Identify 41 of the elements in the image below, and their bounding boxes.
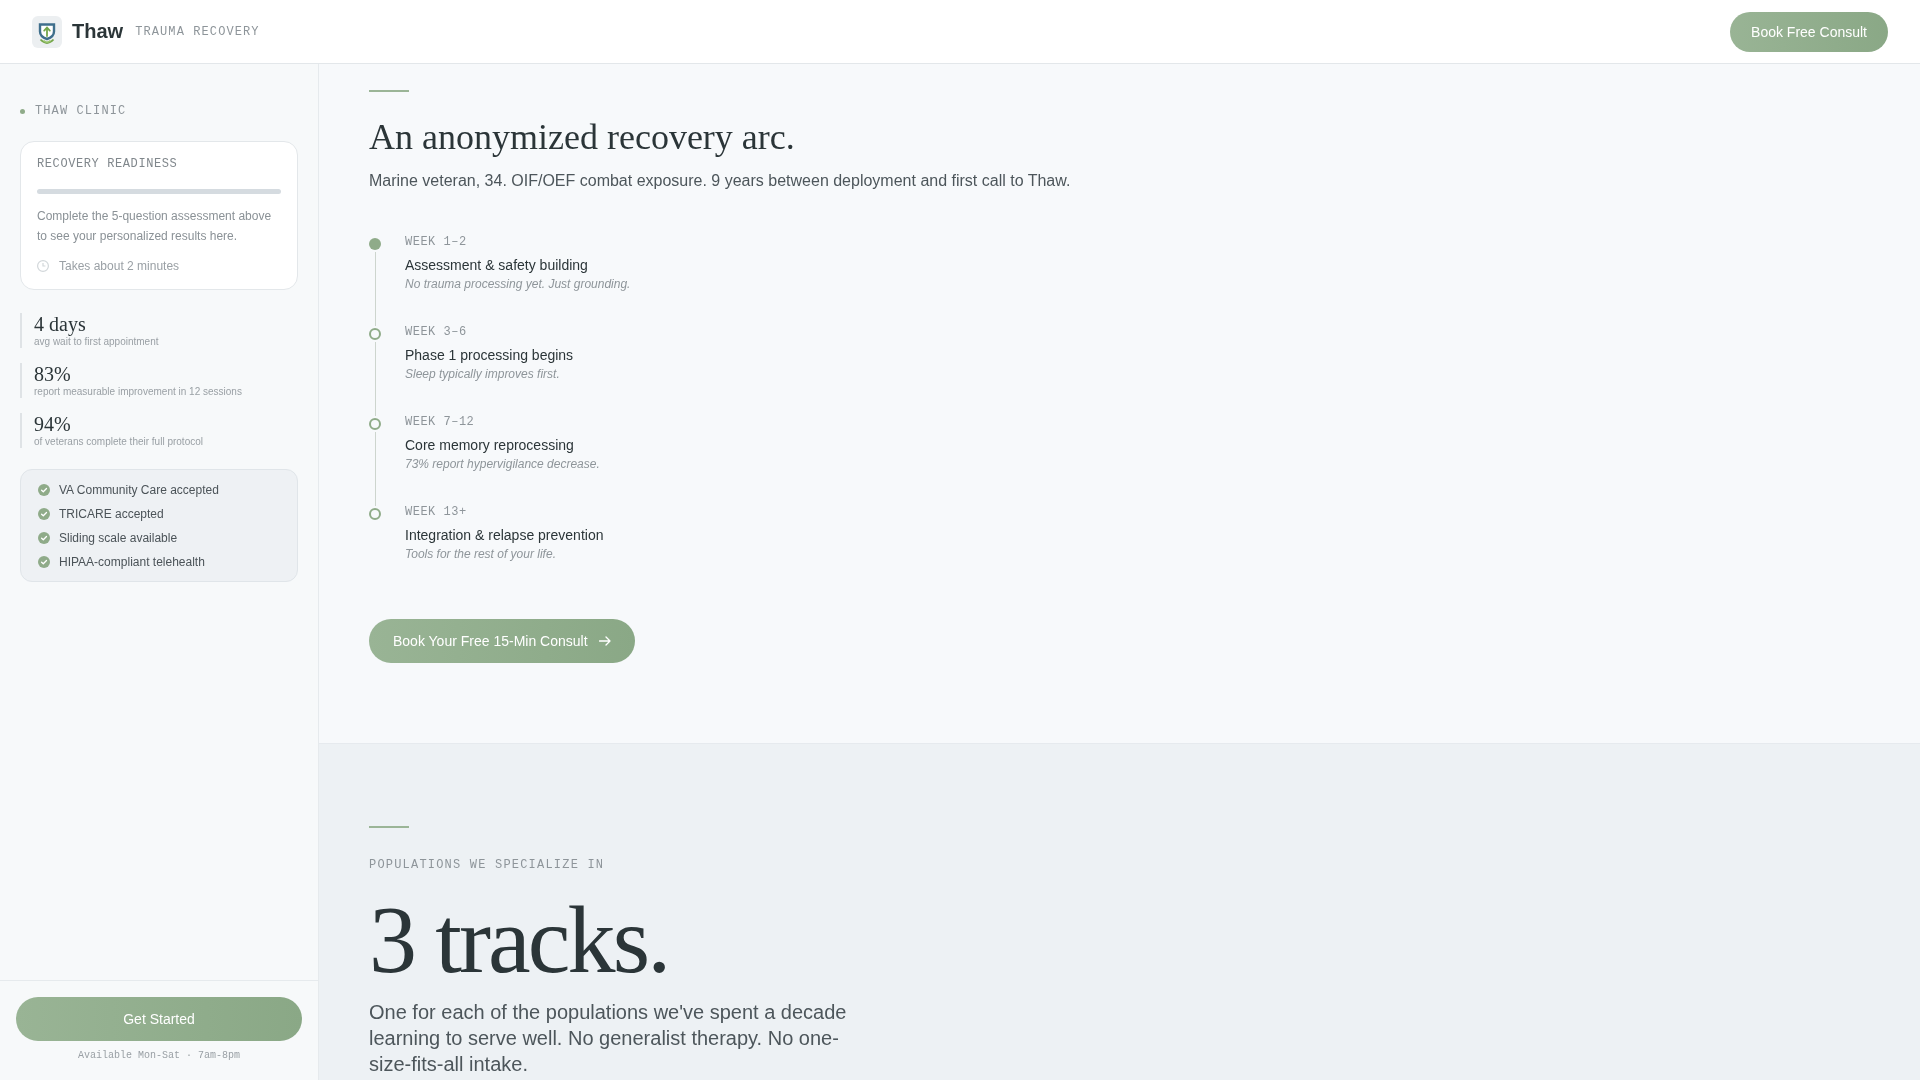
stat-label: of veterans complete their full protocol bbox=[34, 435, 204, 448]
step-title: Core memory reprocessing bbox=[405, 436, 575, 455]
stat-value: 83% bbox=[34, 363, 72, 385]
section-description: One for each of the populations we've spent a decade learning to serve well. No generalist therapy. No one-size-fits-all intake. bbox=[369, 1000, 848, 1077]
stat-label: avg wait to first appointment bbox=[34, 336, 160, 348]
section-heading: 3 tracks. bbox=[369, 892, 670, 988]
week-label: WEEK 13+ bbox=[405, 504, 468, 520]
section-eyebrow: POPULATIONS WE SPECIALIZE IN bbox=[369, 857, 606, 873]
arrow-right-icon bbox=[598, 636, 611, 646]
stat-label: report measurable improvement in 12 sessions bbox=[34, 385, 243, 398]
clock-icon bbox=[37, 260, 49, 272]
step-note: 73% report hypervigilance decrease. bbox=[405, 456, 600, 473]
step-note: Sleep typically improves first. bbox=[405, 366, 561, 383]
time-note: Takes about 2 minutes bbox=[59, 259, 180, 273]
week-label: WEEK 1–2 bbox=[405, 234, 468, 250]
coverage-item: Sliding scale available bbox=[59, 531, 178, 545]
section-subtitle: Marine veteran, 34. OIF/OEF combat exposure. 9 years between deployment and first call to Thaw. bbox=[369, 171, 1072, 191]
section-heading: An anonymized recovery arc. bbox=[369, 116, 796, 159]
step-title: Integration & relapse prevention bbox=[405, 526, 604, 545]
coverage-item: TRICARE accepted bbox=[59, 507, 164, 521]
stat-value: 4 days bbox=[34, 313, 87, 335]
brand-tagline: TRAUMA RECOVERY bbox=[135, 24, 260, 39]
book-consult-button[interactable]: Book Free Consult bbox=[1730, 11, 1888, 52]
coverage-item: VA Community Care accepted bbox=[59, 483, 219, 497]
availability-note: Available Mon-Sat · 7am-8pm bbox=[77, 1049, 241, 1063]
brand-name: Thaw bbox=[72, 20, 124, 43]
get-started-button[interactable]: Get Started bbox=[16, 997, 302, 1041]
shield-logo-icon bbox=[32, 15, 62, 48]
step-title: Assessment & safety building bbox=[405, 256, 589, 275]
card-description: Complete the 5-question assessment above to see your personalized results here. bbox=[37, 208, 273, 245]
clinic-label: THAW CLINIC bbox=[35, 103, 127, 119]
coverage-item: HIPAA-compliant telehealth bbox=[59, 555, 205, 569]
step-note: No trauma processing yet. Just grounding. bbox=[405, 276, 631, 293]
stat-value: 94% bbox=[34, 413, 72, 435]
week-label: WEEK 7–12 bbox=[405, 414, 476, 430]
status-dot-icon bbox=[20, 108, 25, 114]
card-title: RECOVERY READINESS bbox=[37, 156, 179, 172]
book-consult-button[interactable]: Book Your Free 15-Min Consult bbox=[369, 619, 635, 663]
step-title: Phase 1 processing begins bbox=[405, 346, 574, 365]
step-note: Tools for the rest of your life. bbox=[405, 546, 557, 563]
week-label: WEEK 3–6 bbox=[405, 324, 468, 340]
